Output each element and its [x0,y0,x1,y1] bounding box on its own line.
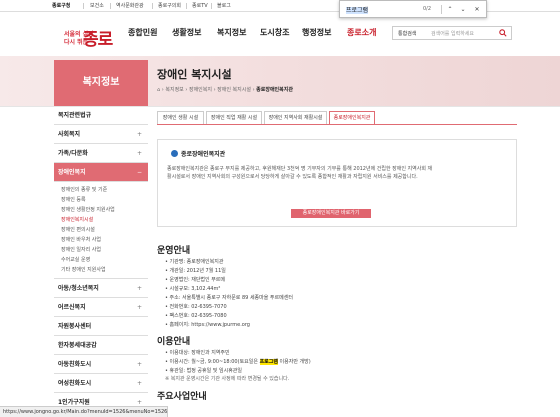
find-divider [441,5,442,14]
breadcrumb-item[interactable]: 장애인 복지시설 [217,87,251,93]
topbar-link-culture[interactable]: 역사문화관광 [116,2,144,9]
collapse-icon: − [136,169,142,176]
find-next-icon[interactable]: ⌄ [458,4,468,15]
lnb-item-laws[interactable]: 복지관련법규 [54,106,148,125]
facility-logo: 종로장애인복지관 [171,149,225,158]
tab-jongno-welfare-center[interactable]: 종로장애인복지관 [329,111,375,125]
lnb-sub-convenience[interactable]: 장애인 편의시설 [54,225,148,235]
operation-item: • 홈페이지: https://www.jpurme.org [165,322,250,328]
find-match-count: 0/2 [423,6,432,12]
search-input[interactable]: 검색어를 입력하세요 [431,30,474,37]
topbar-link-tv[interactable]: 종로TV [192,2,208,9]
left-nav: 복지관련법규 사회복지 + 가족/다문화 + 장애인복지 − 장애인의 종류 및 기준… [54,106,148,412]
lnb-item-volunteer[interactable]: 자원봉사센터 [54,317,148,336]
facility-logo-icon [171,150,178,157]
gnb-item-civil[interactable]: 종합민원 [128,27,157,38]
usage-item: • 휴관일: 법정 공휴일 및 임시휴관일 [165,368,242,374]
breadcrumb-item[interactable]: 종로장애인복지관 [256,87,293,93]
operation-item: • 개관일: 2012년 7월 11일 [165,268,226,274]
lnb-item-social[interactable]: 사회복지 + [54,125,148,144]
expand-icon: + [136,285,142,292]
breadcrumb-item[interactable]: 장애인복지 [189,87,212,93]
lnb-sub-other[interactable]: 기타 장애인 지원사업 [54,265,148,275]
lnb-title: 복지정보 [54,60,148,106]
lnb-sub-registration[interactable]: 장애인 등록 [54,195,148,205]
topbar-link-blog[interactable]: 블로그 [217,2,231,9]
search-icon[interactable] [499,29,507,37]
expand-icon: + [136,361,142,368]
lnb-submenu: 장애인의 종류 및 기준 장애인 등록 장애인 생활안정 지원사업 장애인복지시… [54,182,148,279]
operation-item: • 시설규모: 3,102.44m² [165,286,221,292]
breadcrumb: ⌂ › 복지정보 › 장애인복지 › 장애인 복지시설 › 종로장애인복지관 [157,86,293,96]
lnb-sub-jobs[interactable]: 장애인 일자리 사업 [54,245,148,255]
gnb-item-life[interactable]: 생활정보 [172,27,201,38]
operation-item: • 팩스번호: 02-6395-7080 [165,313,227,319]
usage-heading: 이용안내 [157,337,191,347]
find-query-input[interactable]: 프로그램 [346,5,369,14]
gnb-item-welfare[interactable]: 복지정보 [217,27,246,38]
usage-note: ※ 복지관 운영시간은 기관 사정에 따라 변경될 수 있습니다. [165,376,290,382]
find-highlight: 프로그램 [259,359,278,365]
lnb-item-generation[interactable]: 한자봉세대공감 [54,336,148,355]
page-title: 장애인 복지시설 [157,68,232,81]
expand-icon: + [136,131,142,138]
operation-item: • 전화번호: 02-6395-7070 [165,304,227,310]
gnb-item-urban[interactable]: 도시창조 [260,27,289,38]
operation-item: • 주소: 서울특별시 종로구 자하문로 89 세종마을 푸르메센터 [165,295,293,301]
tab-vocational-facility[interactable]: 장애인 직업 재활 시설 [206,111,262,125]
lnb-sub-facilities[interactable]: 장애인복지시설 [54,215,148,225]
topbar-link-jongno[interactable]: 종로구청 [52,2,70,9]
topbar-divider [110,3,111,9]
breadcrumb-item[interactable]: 복지정보 [165,87,183,93]
tabs-underline [157,124,517,125]
topbar-link-health[interactable]: 보건소 [90,2,104,9]
lnb-sub-stability[interactable]: 장애인 생활안정 지원사업 [54,205,148,215]
lnb-item-women-friendly[interactable]: 여성친화도시 + [54,374,148,393]
operation-item: • 운영법인: 재단법인 푸르메 [165,277,226,283]
usage-item: • 이용시간: 월~금, 9:00~18:00(토요일은 프로그램 이용자만 개… [165,359,311,365]
home-icon[interactable]: ⌂ [157,87,160,93]
lnb-item-senior[interactable]: 어르신복지 + [54,298,148,317]
topbar-divider [211,3,212,9]
search-scope-select[interactable]: 통합검색 [398,30,416,37]
gnb-item-about[interactable]: 종로소개 [347,27,376,38]
tab-living-facility[interactable]: 장애인 생활 시설 [157,111,204,125]
homepage-link[interactable]: 홈페이지: https://www.jpurme.org [170,322,250,328]
lnb-item-disability[interactable]: 장애인복지 − [54,163,148,182]
operation-item: • 기관명: 종로장애인복지관 [165,259,224,265]
topbar-divider [152,3,153,9]
find-prev-icon[interactable]: ⌃ [445,4,455,15]
lnb-sub-sign-language[interactable]: 수어교실 운영 [54,255,148,265]
topbar-link-council[interactable]: 종로구의회 [158,2,181,9]
operation-heading: 운영안내 [157,246,191,256]
site-search: 통합검색 검색어를 입력하세요 [392,26,512,40]
lnb-sub-criteria[interactable]: 장애인의 종류 및 기준 [54,185,148,195]
topbar-divider [83,3,84,9]
browser-status-url: https://www.jongno.go.kr/Main.do?menuId=… [0,406,168,417]
find-close-icon[interactable]: ✕ [472,4,482,15]
lnb-item-family[interactable]: 가족/다문화 + [54,144,148,163]
find-in-page-bar: 프로그램 0/2 ⌃ ⌄ ✕ [339,0,487,18]
usage-item: • 이용대상: 장애인과 지역주민 [165,350,230,356]
gnb-item-admin[interactable]: 행정정보 [302,27,331,38]
expand-icon: + [136,380,142,387]
facility-link-button[interactable]: 종로장애인복지관 바로가기 [291,209,371,218]
lnb-item-youth[interactable]: 아동/청소년복지 + [54,279,148,298]
topbar-divider [186,3,187,9]
facility-description: 종로장애인복지관은 종로구 부지를 제공하고, 후원해재단 3천억 명 기부자의… [167,166,433,180]
lnb-sub-voucher[interactable]: 장애인 바우처 사업 [54,235,148,245]
facility-info-box: 종로장애인복지관 종로장애인복지관은 종로구 부지를 제공하고, 후원해재단 3… [157,139,517,227]
main-project-heading: 주요사업안내 [157,392,207,402]
expand-icon: + [136,150,142,157]
expand-icon: + [136,304,142,311]
tab-community-facility[interactable]: 장애인 지역사회 재활시설 [264,111,327,125]
lnb-item-child-friendly[interactable]: 아동친화도시 + [54,355,148,374]
